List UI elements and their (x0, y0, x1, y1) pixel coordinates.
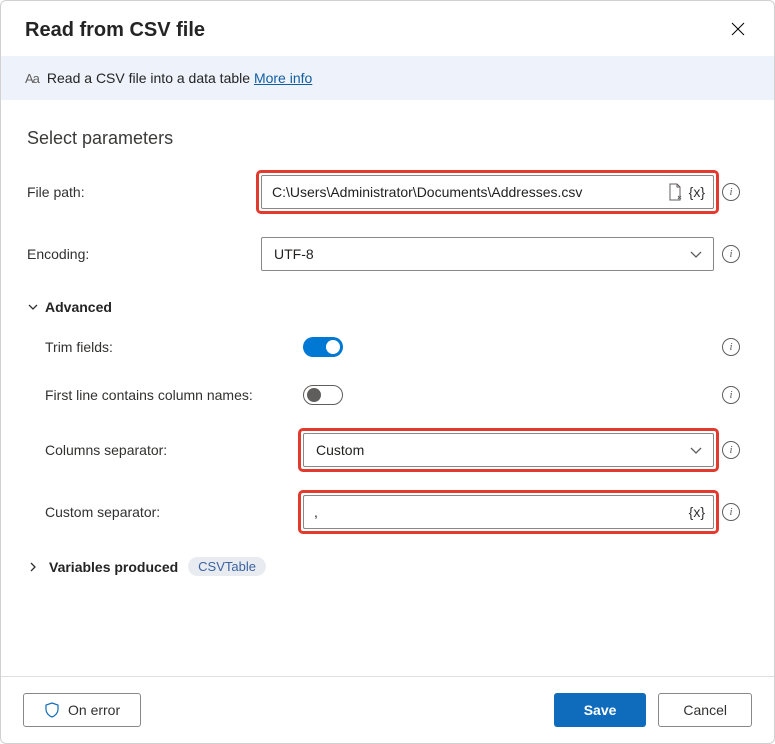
variables-produced-row[interactable]: Variables produced CSVTable (27, 557, 748, 576)
row-encoding: Encoding: UTF-8 i (27, 237, 748, 271)
trim-toggle[interactable] (303, 337, 343, 357)
label-custom-sep: Custom separator: (45, 504, 303, 520)
info-text: Read a CSV file into a data table More i… (47, 70, 312, 86)
dialog-footer: On error Save Cancel (1, 676, 774, 743)
label-encoding: Encoding: (27, 246, 261, 262)
variable-token-icon[interactable]: {x} (689, 184, 705, 200)
firstline-toggle[interactable] (303, 385, 343, 405)
encoding-value: UTF-8 (274, 246, 314, 262)
help-icon[interactable]: i (722, 338, 740, 356)
label-filepath: File path: (27, 184, 261, 200)
cancel-button[interactable]: Cancel (658, 693, 752, 727)
chevron-down-icon (27, 301, 39, 313)
advanced-body: Trim fields: i First line contains colum… (27, 337, 748, 529)
row-trim: Trim fields: i (27, 337, 748, 357)
help-icon[interactable]: i (722, 183, 740, 201)
custom-sep-input[interactable] (312, 503, 683, 521)
row-firstline: First line contains column names: i (27, 385, 748, 405)
chevron-down-icon (689, 247, 703, 261)
variable-token-icon[interactable]: {x} (689, 504, 705, 520)
chevron-down-icon (689, 443, 703, 457)
on-error-button[interactable]: On error (23, 693, 141, 727)
dialog-header: Read from CSV file (1, 1, 774, 56)
help-icon[interactable]: i (722, 503, 740, 521)
on-error-label: On error (68, 702, 120, 718)
filepath-input[interactable] (270, 183, 661, 201)
help-icon[interactable]: i (722, 245, 740, 263)
custom-sep-input-box[interactable]: {x} (303, 495, 714, 529)
shield-icon (44, 702, 60, 718)
encoding-select[interactable]: UTF-8 (261, 237, 714, 271)
dialog-read-csv: Read from CSV file Aa Read a CSV file in… (0, 0, 775, 744)
variables-label: Variables produced (49, 559, 178, 575)
help-icon[interactable]: i (722, 441, 740, 459)
row-filepath: File path: {x} i (27, 175, 748, 209)
text-icon: Aa (25, 71, 39, 86)
row-separator: Columns separator: Custom i (27, 433, 748, 467)
more-info-link[interactable]: More info (254, 70, 312, 86)
filepath-input-box[interactable]: {x} (261, 175, 714, 209)
label-firstline: First line contains column names: (45, 387, 303, 403)
help-icon[interactable]: i (722, 386, 740, 404)
save-button[interactable]: Save (554, 693, 647, 727)
info-bar: Aa Read a CSV file into a data table Mor… (1, 56, 774, 100)
advanced-label: Advanced (45, 299, 112, 315)
dialog-body: Select parameters File path: {x} i (1, 100, 774, 676)
row-custom-separator: Custom separator: {x} i (27, 495, 748, 529)
variable-badge[interactable]: CSVTable (188, 557, 266, 576)
close-icon[interactable] (730, 21, 750, 41)
chevron-right-icon (27, 561, 39, 573)
separator-value: Custom (316, 442, 364, 458)
advanced-toggle[interactable]: Advanced (27, 299, 748, 315)
dialog-title: Read from CSV file (25, 19, 205, 42)
section-title: Select parameters (27, 128, 748, 149)
file-browse-icon[interactable] (667, 183, 683, 201)
label-trim: Trim fields: (45, 339, 303, 355)
separator-select[interactable]: Custom (303, 433, 714, 467)
label-separator: Columns separator: (45, 442, 303, 458)
